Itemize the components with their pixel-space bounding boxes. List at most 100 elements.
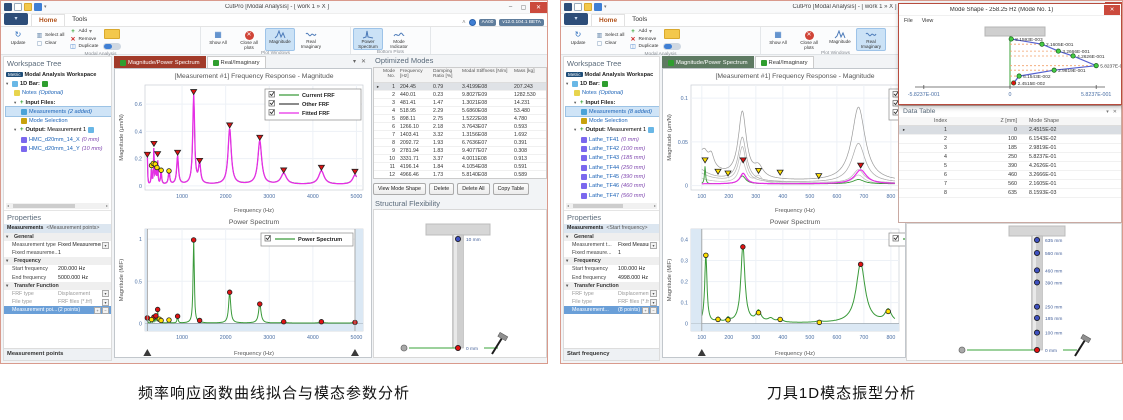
prop-end-frequency[interactable]: End frequency5000.000 Hz	[4, 274, 111, 282]
data-table-row[interactable]: 102.4515E-02	[899, 126, 1121, 135]
mode-table-row[interactable]: 103331.713.374.0011E080.913	[374, 155, 546, 163]
power-spectrum-button[interactable]: Power Spectrum	[353, 28, 383, 50]
select-all-button[interactable]: ▥Select all	[596, 33, 624, 39]
app-menu-button[interactable]: ▾	[4, 13, 28, 25]
units-toggle[interactable]	[663, 43, 681, 50]
folder-icon[interactable]	[664, 29, 680, 39]
mode-table-row[interactable]: 71403.413.321.3156E081.692	[374, 131, 546, 139]
collapse-ribbon-icon[interactable]: ˄	[462, 20, 466, 26]
prop-file-type[interactable]: File typeFRF files (*.frf)▾	[4, 298, 111, 306]
tree-hscrollbar[interactable]: ◂▸	[566, 203, 657, 209]
mode-table-row[interactable]: 2440.010.239.8027E091282.530	[374, 91, 546, 99]
popup-close-button[interactable]: ✕	[1104, 5, 1120, 15]
data-table-row[interactable]: 53904.2626E-01	[899, 162, 1121, 171]
close-icon[interactable]: ✕	[1113, 109, 1117, 115]
prop-file-type[interactable]: File typeFRF files (*.frf)▾	[564, 298, 659, 306]
duplicate-button[interactable]: ◫Duplicate	[69, 44, 98, 50]
tree-item-input-files[interactable]: ▾+Input Files:	[566, 98, 659, 107]
update-button[interactable]: ↻ Update	[3, 28, 33, 52]
data-table-row[interactable]: 21006.1543E-02	[899, 135, 1121, 144]
modes-action-button[interactable]: Copy Table	[493, 183, 529, 195]
clear-button[interactable]: ▢Clear	[36, 41, 64, 47]
menu-file[interactable]: File	[904, 18, 913, 24]
tree-item-frf-file[interactable]: HMC_d20mm_14_X(0 mm)	[6, 135, 111, 144]
prop-measurement-type[interactable]: Measurement t...Fixed Measure▾	[564, 241, 659, 249]
pin-icon[interactable]: ▾	[1106, 109, 1109, 115]
open-folder-icon[interactable]	[24, 3, 32, 11]
prop-fixed-measurement[interactable]: Fixed measure...1	[564, 249, 659, 257]
modes-action-button[interactable]: Delete All	[457, 183, 489, 195]
save-icon[interactable]	[594, 3, 602, 11]
maximize-button[interactable]: ▢	[517, 2, 530, 13]
section-general[interactable]: ▾General	[564, 233, 659, 241]
globe-icon[interactable]	[469, 19, 476, 26]
prop-start-frequency[interactable]: Start frequency100.000 Hz	[564, 265, 659, 273]
prop-fixed-measurement[interactable]: Fixed measureme...1	[4, 249, 111, 257]
remove-button[interactable]: ✕Remove	[629, 37, 658, 43]
mode-table-row[interactable]: 4518.952.295.6860E0853.480	[374, 107, 546, 115]
tree-hscrollbar[interactable]: ◂▸	[6, 203, 109, 209]
prop-frf-type[interactable]: FRF typeDisplacement▾	[4, 290, 111, 298]
mode-table-row[interactable]: 82092.721.936.7636E070.391	[374, 139, 546, 147]
tab-home[interactable]: Home	[31, 14, 65, 26]
tree-item-1d-bar[interactable]: ▾1D Bar:	[6, 79, 111, 88]
tab-magnitude-power-spectrum[interactable]: Magnitude/Power Spectrum	[114, 56, 206, 68]
update-button[interactable]: ↻ Update	[563, 28, 593, 52]
tree-item-measurements[interactable]: Measurements(8 added)	[566, 107, 659, 116]
remove-button[interactable]: ✕Remove	[69, 37, 98, 43]
app-menu-button[interactable]: ▾	[564, 13, 588, 25]
section-frequency[interactable]: ▾Frequency	[564, 257, 659, 265]
data-table-row[interactable]: 86358.1593E-03	[899, 189, 1121, 198]
close-all-plots-button[interactable]: ✕Close all plots	[234, 28, 264, 51]
data-table-row[interactable]: 42505.8237E-01	[899, 153, 1121, 162]
mode-table-row[interactable]: 3481.411.471.3021E0814.231	[374, 99, 546, 107]
tree-item-frf-file[interactable]: Lathe_TF48(635 mm)	[566, 200, 659, 202]
tree-root[interactable]: MetricModal Analysis Workspace	[6, 70, 111, 79]
menu-view[interactable]: View	[922, 18, 934, 24]
clear-button[interactable]: ▢Clear	[596, 41, 624, 47]
section-frequency[interactable]: ▾Frequency	[4, 257, 111, 265]
select-all-button[interactable]: ▥Select all	[36, 33, 64, 39]
mode-table-row[interactable]: 5898.112.751.5222E084.780	[374, 115, 546, 123]
data-table-row[interactable]: 64603.2666E-01	[899, 171, 1121, 180]
show-all-button[interactable]: ▦Show All	[203, 28, 233, 51]
add-point-button[interactable]: +	[642, 307, 649, 314]
modes-action-button[interactable]: View Mode Shape	[373, 183, 426, 195]
tab-home[interactable]: Home	[591, 14, 625, 26]
section-transfer-function[interactable]: ▾Transfer Function	[4, 282, 111, 290]
units-toggle[interactable]	[103, 43, 121, 50]
mode-table-row[interactable]: 124966.461.735.8140E080.589	[374, 171, 546, 179]
tree-item-mode-selection[interactable]: Mode Selection	[6, 116, 111, 125]
tab-tools[interactable]: Tools	[625, 14, 654, 26]
tree-item-notes[interactable]: Notes(Optional)	[566, 89, 659, 98]
mode-table-row[interactable]: 114196.141.844.1054E080.591	[374, 163, 546, 171]
tree-item-frf-file[interactable]: Lathe_TF42(100 mm)	[566, 144, 659, 153]
tree-item-frf-file[interactable]: Lathe_TF45(390 mm)	[566, 172, 659, 181]
tree-item-frf-file[interactable]: Lathe_TF47(560 mm)	[566, 191, 659, 200]
magnitude-button[interactable]: Magnitude	[825, 28, 855, 51]
tree-item-frf-file[interactable]: HMC_d20mm_14_Y(10 mm)	[6, 144, 111, 153]
tree-item-mode-selection[interactable]: Mode Selection	[566, 116, 659, 125]
new-file-icon[interactable]	[14, 3, 22, 11]
data-table-row[interactable]: 75602.1605E-01	[899, 180, 1121, 189]
close-button[interactable]: ✕	[530, 2, 547, 13]
tab-magnitude-power-spectrum[interactable]: Magnitude/Power Spectrum	[662, 56, 754, 68]
folder-icon[interactable]	[104, 29, 120, 39]
tree-item-frf-file[interactable]: Lathe_TF44(250 mm)	[566, 163, 659, 172]
tree-item-1d-bar[interactable]: ▾1D Bar:	[566, 79, 659, 88]
add-button[interactable]: +Add▾	[629, 29, 658, 35]
section-transfer-function[interactable]: ▾Transfer Function	[564, 282, 659, 290]
close-plot-icon[interactable]: ✕	[361, 58, 366, 65]
remove-point-button[interactable]: −	[102, 307, 109, 314]
magnitude-button[interactable]: Magnitude	[265, 28, 295, 51]
tree-item-notes[interactable]: Notes(Optional)	[6, 89, 111, 98]
real-imaginary-button[interactable]: Real Imaginary	[856, 28, 886, 51]
prop-measurement-points[interactable]: Measurement poi...(2 points)+−	[4, 306, 111, 314]
minimize-button[interactable]: –	[504, 2, 517, 13]
open-folder-icon[interactable]	[584, 3, 592, 11]
prop-measurement-type[interactable]: Measurement typeFixed Measuremen▾	[4, 241, 111, 249]
tree-root[interactable]: MetricModal Analysis Workspac	[566, 70, 659, 79]
tree-item-input-files[interactable]: ▾+Input Files:	[6, 98, 111, 107]
mode-table-row[interactable]: 92781.941.839.4077E070.308	[374, 147, 546, 155]
tree-item-frf-file[interactable]: Lathe_TF41(0 mm)	[566, 135, 659, 144]
